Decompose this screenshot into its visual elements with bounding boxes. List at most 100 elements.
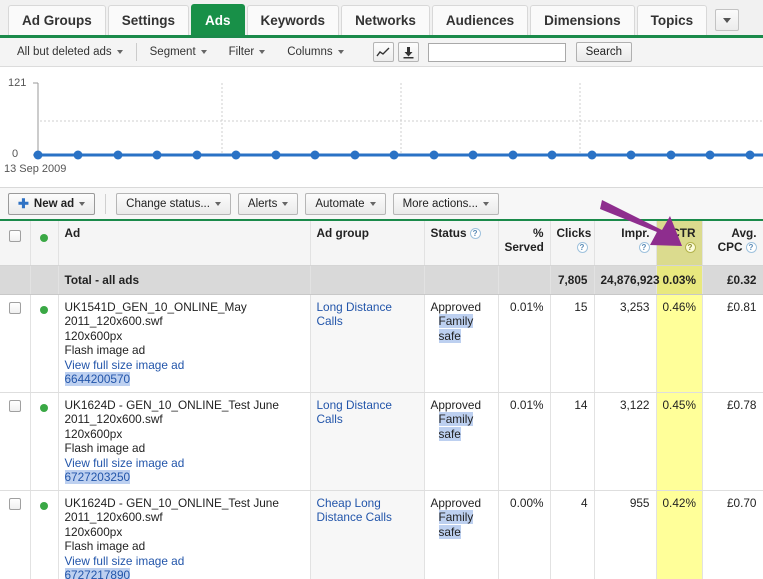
row-status-cell: Approved Family safe	[424, 294, 499, 393]
row-ad-cell: UK1624D - GEN_10_ONLINE_Test June 2011_1…	[58, 490, 311, 579]
automate-button[interactable]: Automate	[305, 192, 386, 215]
line-chart-toggle-button[interactable]	[372, 42, 394, 62]
row-avg-cpc: £0.81	[702, 294, 763, 393]
segment-dropdown[interactable]: Segment	[139, 38, 218, 66]
ad-size: 120x600px	[64, 328, 123, 343]
column-header-clicks[interactable]: Clicks ?	[550, 221, 595, 266]
totals-avg-cpc: £0.32	[702, 265, 763, 295]
ad-id[interactable]: 6644200570	[64, 372, 131, 386]
row-avg-cpc: £0.70	[702, 490, 763, 579]
toolbar-divider	[105, 193, 107, 214]
chart-y-tick-max: 121	[8, 77, 27, 89]
column-header-status[interactable]: Status?	[424, 221, 499, 266]
filter-label: Filter	[228, 46, 255, 58]
totals-impressions: 24,876,923	[594, 265, 660, 295]
more-actions-button[interactable]: More actions...	[392, 192, 499, 215]
enabled-dot-icon[interactable]	[40, 403, 48, 412]
status-badge: Family safe	[438, 314, 474, 343]
chevron-down-icon	[482, 201, 489, 206]
tab-networks[interactable]: Networks	[341, 5, 430, 35]
help-icon[interactable]: ?	[638, 242, 650, 253]
row-impressions: 3,253	[594, 294, 657, 393]
row-state-cell[interactable]	[30, 392, 59, 491]
view-full-size-image-ad-link[interactable]: View full size image ad	[65, 456, 304, 471]
column-header-impressions[interactable]: Impr. ?	[594, 221, 657, 266]
columns-dropdown[interactable]: Columns	[276, 38, 354, 66]
help-icon[interactable]: ?	[684, 242, 696, 253]
row-ad-cell: UK1541D_GEN_10_ONLINE_May 2011_120x600.s…	[58, 294, 311, 393]
chevron-down-icon	[79, 201, 86, 206]
totals-row: Total - all ads 7,805 24,876,923 0.03% £…	[0, 265, 763, 295]
column-header-ad[interactable]: Ad	[58, 221, 311, 266]
view-filter-dropdown[interactable]: All but deleted ads	[6, 38, 134, 66]
help-icon[interactable]: ?	[745, 242, 757, 253]
change-status-button[interactable]: Change status...	[116, 192, 231, 215]
enabled-dot-icon[interactable]	[40, 305, 48, 314]
select-all-header[interactable]	[0, 221, 31, 266]
search-input[interactable]	[427, 42, 566, 62]
toolbar-divider	[135, 43, 137, 61]
filter-dropdown[interactable]: Filter	[218, 38, 277, 66]
row-state-cell[interactable]	[30, 294, 59, 393]
row-ctr: 0.46%	[656, 294, 703, 393]
view-full-size-image-ad-link[interactable]: View full size image ad	[65, 554, 304, 569]
enabled-dot-icon[interactable]	[40, 501, 48, 510]
column-header-avg-cpc[interactable]: Avg. CPC?	[702, 221, 763, 266]
line-chart-icon	[376, 47, 390, 56]
chart-x-start-label: 13 Sep 2009	[4, 163, 67, 175]
row-checkbox[interactable]	[8, 497, 21, 510]
ad-id[interactable]: 6727203250	[64, 470, 131, 484]
column-header-adgroup[interactable]: Ad group	[310, 221, 425, 266]
tab-ads[interactable]: Ads	[191, 4, 245, 35]
row-clicks: 15	[550, 294, 595, 393]
table-header-row: Ad Ad group Status? % Served Clicks ? Im…	[0, 221, 763, 266]
column-header-ctr-label: CTR	[671, 226, 696, 240]
chart-y-tick-0: 0	[12, 148, 19, 160]
row-status-cell: Approved Family safe	[424, 392, 499, 491]
download-icon	[403, 46, 414, 58]
alerts-button[interactable]: Alerts	[237, 192, 299, 215]
chevron-down-icon	[214, 201, 221, 206]
tab-audiences[interactable]: Audiences	[431, 5, 529, 35]
more-tabs-button[interactable]	[715, 9, 740, 31]
row-adgroup-cell: Cheap Long Distance Calls	[310, 490, 425, 579]
column-header-ctr[interactable]: CTR ?	[656, 221, 703, 266]
tab-settings[interactable]: Settings	[107, 5, 190, 35]
download-button[interactable]	[397, 42, 419, 62]
adgroup-link[interactable]: Long Distance Calls	[317, 398, 392, 427]
status-dot-header	[30, 221, 59, 266]
view-full-size-image-ad-link[interactable]: View full size image ad	[65, 358, 304, 373]
help-icon[interactable]: ?	[469, 228, 481, 239]
search-button[interactable]: Search	[575, 42, 633, 62]
automate-label: Automate	[315, 197, 365, 210]
tab-ad-groups[interactable]: Ad Groups	[8, 5, 106, 35]
tab-topics[interactable]: Topics	[636, 5, 708, 35]
row-checkbox[interactable]	[8, 301, 21, 314]
ads-table: Ad Ad group Status? % Served Clicks ? Im…	[0, 221, 763, 579]
row-adgroup-cell: Long Distance Calls	[310, 392, 425, 491]
select-all-checkbox[interactable]	[8, 230, 21, 242]
totals-adgroup	[310, 265, 425, 295]
chevron-down-icon	[337, 49, 344, 54]
tab-keywords[interactable]: Keywords	[246, 5, 340, 35]
row-select-cell[interactable]	[0, 490, 31, 579]
column-header-served[interactable]: % Served	[498, 221, 551, 266]
adgroup-link[interactable]: Cheap Long Distance Calls	[317, 496, 392, 525]
adgroup-link[interactable]: Long Distance Calls	[317, 300, 392, 329]
change-status-label: Change status...	[126, 197, 210, 210]
row-checkbox[interactable]	[8, 399, 21, 412]
ad-id[interactable]: 6727217890	[64, 568, 131, 579]
columns-label: Columns	[287, 46, 333, 58]
more-actions-label: More actions...	[402, 197, 478, 210]
row-select-cell[interactable]	[0, 392, 31, 491]
ad-type: Flash image ad	[64, 441, 146, 455]
tab-dimensions[interactable]: Dimensions	[530, 5, 635, 35]
help-icon[interactable]: ?	[576, 242, 588, 253]
row-select-cell[interactable]	[0, 294, 31, 393]
chevron-down-icon	[200, 49, 207, 54]
new-ad-button[interactable]: ✚ New ad	[8, 192, 96, 215]
totals-check-cell	[0, 265, 31, 295]
table-row: UK1624D - GEN_10_ONLINE_Test June 2011_1…	[0, 392, 763, 491]
row-state-cell[interactable]	[30, 490, 59, 579]
chevron-down-icon	[723, 17, 732, 23]
